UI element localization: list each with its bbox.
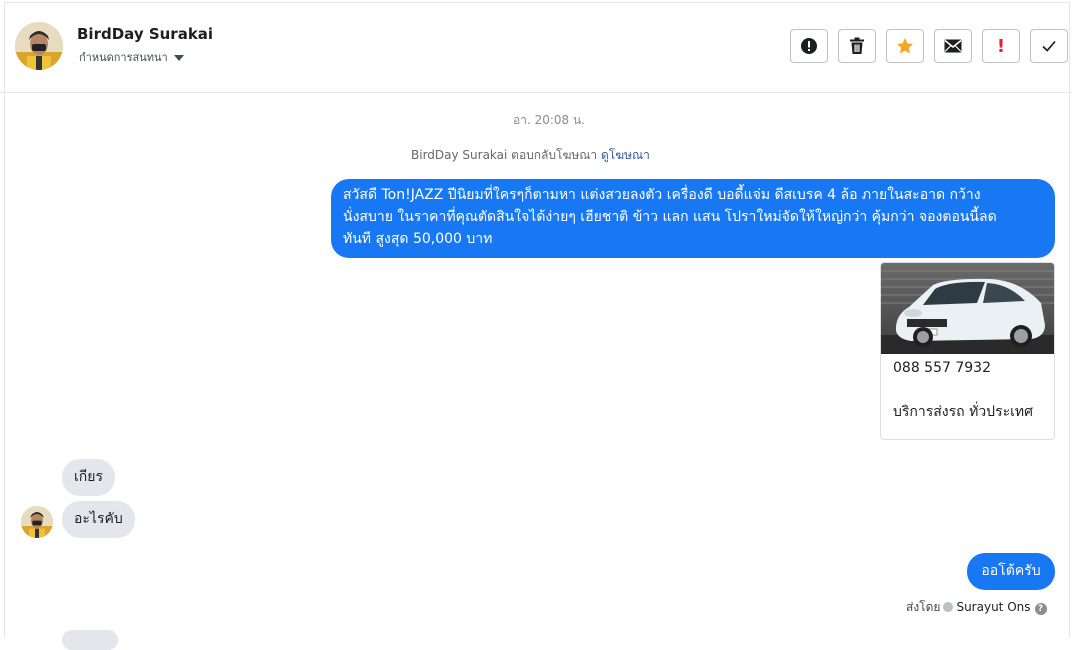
spam-button[interactable] (790, 29, 828, 63)
incoming-message-bubble: อะไรคับ (62, 501, 135, 538)
trash-icon (850, 37, 864, 54)
conversation-header: BirdDay Surakai กำหนดการสนทนา ! (0, 0, 1072, 93)
ad-reply-note: BirdDay Surakai ตอบกลับโฆษณา ดูโฆษณา (411, 146, 650, 165)
help-icon[interactable]: ? (1034, 603, 1047, 615)
check-icon (1042, 40, 1056, 52)
delete-button[interactable] (838, 29, 876, 63)
ad-card-phone: 088 557 7932 (893, 360, 991, 376)
message-line: นั่งสบาย ในราคาที่คุณตัดสินใจได้ง่ายๆ เฮ… (343, 209, 997, 225)
conversation-settings-dropdown[interactable]: กำหนดการสนทนา (79, 48, 184, 66)
message-line: สวัสดี Ton!JAZZ ปีนิยมที่ใครๆก็ตามหา แต่… (343, 187, 981, 203)
profile-photo-icon (21, 506, 53, 538)
incoming-message-bubble: เกียร (62, 459, 115, 496)
caret-down-icon (173, 55, 184, 61)
view-ad-link[interactable]: ดูโฆษณา (601, 148, 650, 162)
message-timestamp: อา. 20:08 น. (513, 113, 585, 127)
avatar[interactable] (15, 22, 63, 70)
conversation-settings-label: กำหนดการสนทนา (79, 51, 168, 64)
outgoing-message-bubble: สวัสดี Ton!JAZZ ปีนิยมที่ใครๆก็ตามหา แต่… (331, 179, 1055, 258)
sent-by-note: ส่งโดย Surayut Ons? (906, 598, 1047, 617)
exclamation-icon: ! (996, 35, 1006, 57)
sent-by-label: ส่งโดย (906, 600, 941, 614)
profile-photo-icon (15, 22, 63, 70)
contact-name[interactable]: BirdDay Surakai (77, 25, 213, 43)
follow-up-button[interactable]: ! (982, 29, 1020, 63)
star-icon (897, 38, 913, 54)
incoming-message-bubble (62, 630, 118, 650)
envelope-icon (944, 39, 962, 53)
avatar[interactable] (21, 506, 53, 538)
user-icon (943, 602, 954, 612)
outgoing-message-bubble: ออโต้ครับ (967, 553, 1055, 590)
car-photo (881, 263, 1054, 354)
ad-card[interactable]: 088 557 7932 บริการส่งรถ ทั่วประเทศ (880, 262, 1055, 440)
ad-reply-text: BirdDay Surakai ตอบกลับโฆษณา (411, 148, 598, 162)
message-line: ทันที สูงสุด 50,000 บาท (343, 231, 493, 247)
mark-unread-button[interactable] (934, 29, 972, 63)
mark-done-button[interactable] (1030, 29, 1068, 63)
alert-circle-icon (801, 38, 817, 54)
sender-name[interactable]: Surayut Ons (956, 600, 1030, 614)
ad-card-description: บริการส่งรถ ทั่วประเทศ (893, 404, 1034, 420)
star-button[interactable] (886, 29, 924, 63)
